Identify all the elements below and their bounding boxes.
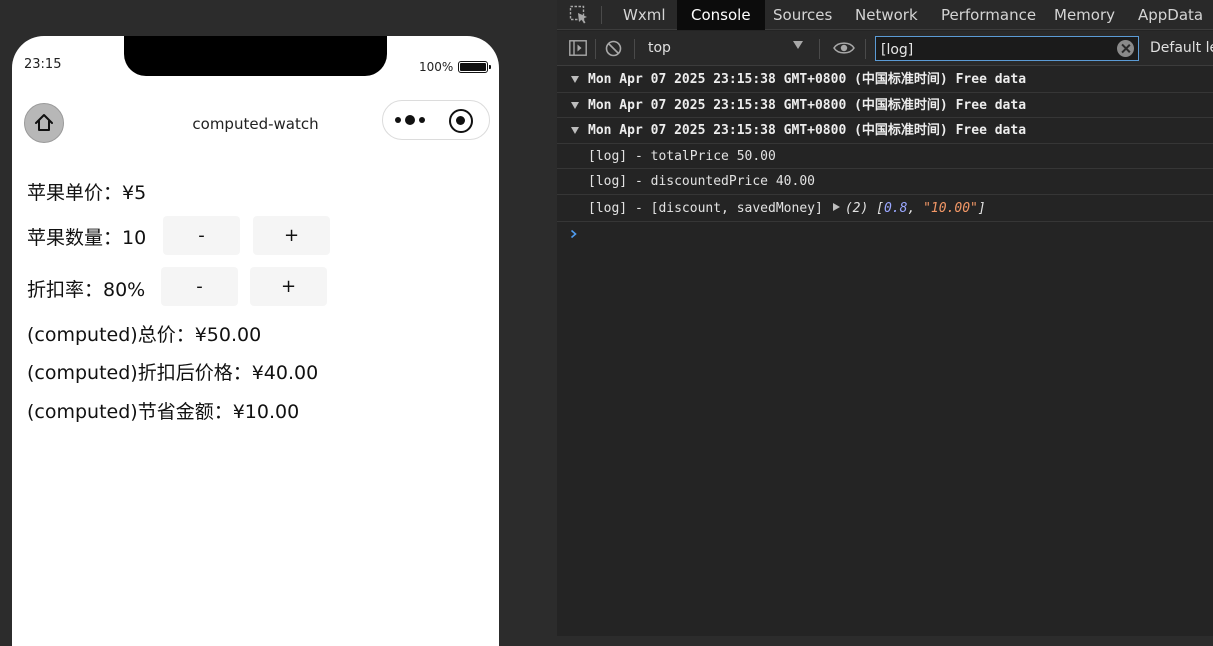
group-label: Mon Apr 07 2025 23:15:38 GMT+0800 (中国标准时… — [588, 97, 1027, 113]
tab-network[interactable]: Network — [841, 0, 932, 30]
group-label: Mon Apr 07 2025 23:15:38 GMT+0800 (中国标准时… — [588, 123, 1027, 139]
log-message: [log] - [discount, savedMoney] (2) [0.8, … — [588, 195, 986, 221]
toolbar-divider — [819, 39, 820, 59]
console-group-row[interactable]: Mon Apr 07 2025 23:15:38 GMT+0800 (中国标准时… — [557, 118, 1213, 144]
eye-icon[interactable] — [833, 40, 855, 56]
saved-money-text: (computed)节省金额：¥10.00 — [27, 401, 300, 423]
log-levels-dropdown[interactable]: Default le — [1150, 40, 1213, 56]
chevron-down-icon — [793, 41, 803, 49]
unit-price-text: 苹果单价：¥5 — [27, 182, 147, 204]
discounted-price-row: (computed)折扣后价格：¥40.00 — [27, 358, 318, 385]
console-toolbar: top Default le — [557, 31, 1213, 66]
phone-screen: 23:15 100% computed-watch 苹果单价：¥5 苹果数量：1… — [12, 36, 499, 646]
tab-appdata[interactable]: AppData — [1124, 0, 1213, 30]
array-length: (2) — [844, 200, 869, 216]
close-miniprogram-button[interactable] — [449, 109, 473, 133]
array-string-value: "10.00" — [923, 200, 978, 216]
status-time: 23:15 — [24, 57, 62, 72]
quantity-row: 苹果数量：10 — [27, 223, 146, 250]
array-preview[interactable]: (2) [0.8, "10.00"] — [845, 201, 986, 216]
devtools-panel: Wxml Console Sources Network Performance… — [557, 0, 1213, 636]
console-group-row[interactable]: Mon Apr 07 2025 23:15:38 GMT+0800 (中国标准时… — [557, 67, 1213, 93]
dot-icon — [405, 115, 415, 125]
array-number-value: 0.8 — [883, 200, 908, 216]
filter-input[interactable] — [875, 36, 1139, 61]
dot-icon — [395, 117, 401, 123]
unit-price-row: 苹果单价：¥5 — [27, 178, 146, 205]
context-selector[interactable]: top — [641, 37, 809, 59]
more-button[interactable] — [383, 101, 437, 139]
log-prefix: [log] - [discount, savedMoney] — [588, 200, 823, 216]
toolbar-divider — [595, 39, 596, 59]
total-price-text: (computed)总价：¥50.00 — [27, 324, 262, 346]
array-open-bracket: [ — [876, 200, 884, 216]
console-log-row: [log] - [discount, savedMoney] (2) [0.8, … — [557, 195, 1213, 222]
tab-wxml[interactable]: Wxml — [609, 0, 680, 30]
discount-text: 折扣率：80% — [27, 279, 146, 301]
saved-money-row: (computed)节省金额：¥10.00 — [27, 397, 299, 424]
console-output: Mon Apr 07 2025 23:15:38 GMT+0800 (中国标准时… — [557, 67, 1213, 636]
array-close-bracket: ] — [977, 200, 986, 216]
capsule-menu — [382, 100, 490, 140]
context-label: top — [648, 40, 671, 56]
tab-divider — [601, 6, 602, 24]
tab-memory[interactable]: Memory — [1040, 0, 1129, 30]
triangle-down-icon — [571, 127, 579, 135]
log-message: [log] - discountedPrice 40.00 — [588, 174, 815, 190]
battery-percentage: 100% — [419, 60, 454, 74]
sidebar-toggle-icon[interactable] — [569, 40, 587, 56]
inspect-element-icon[interactable] — [569, 5, 589, 25]
quantity-minus-button[interactable]: - — [163, 216, 240, 255]
expand-triangle-icon[interactable] — [832, 202, 840, 211]
tab-sources[interactable]: Sources — [759, 0, 846, 30]
clear-filter-icon[interactable] — [1117, 40, 1134, 57]
phone-notch — [124, 36, 387, 76]
triangle-down-icon — [571, 76, 579, 83]
console-group-row[interactable]: Mon Apr 07 2025 23:15:38 GMT+0800 (中国标准时… — [557, 93, 1213, 119]
console-prompt-icon[interactable] — [569, 229, 579, 239]
triangle-down-icon — [571, 101, 579, 109]
console-log-row: [log] - discountedPrice 40.00 — [557, 169, 1213, 195]
dot-icon — [419, 117, 425, 123]
simulator-panel: 23:15 100% computed-watch 苹果单价：¥5 苹果数量：1… — [0, 0, 557, 646]
quantity-plus-button[interactable]: + — [253, 216, 330, 255]
battery-icon — [458, 61, 491, 73]
clear-console-icon[interactable] — [605, 40, 622, 57]
console-log-row: [log] - totalPrice 50.00 — [557, 144, 1213, 170]
discount-minus-button[interactable]: - — [161, 267, 238, 306]
array-comma: , — [907, 200, 924, 216]
discount-row: 折扣率：80% — [27, 275, 145, 302]
group-label: Mon Apr 07 2025 23:15:38 GMT+0800 (中国标准时… — [588, 72, 1027, 87]
quantity-text: 苹果数量：10 — [27, 227, 147, 249]
tab-performance[interactable]: Performance — [927, 0, 1050, 30]
discounted-price-text: (computed)折扣后价格：¥40.00 — [27, 362, 319, 384]
tab-console[interactable]: Console — [677, 0, 765, 30]
discount-plus-button[interactable]: + — [250, 267, 327, 306]
total-price-row: (computed)总价：¥50.00 — [27, 320, 261, 347]
toolbar-divider — [865, 39, 866, 59]
log-message: [log] - totalPrice 50.00 — [588, 148, 776, 164]
devtools-tabbar: Wxml Console Sources Network Performance… — [557, 0, 1213, 30]
toolbar-divider — [634, 39, 635, 59]
